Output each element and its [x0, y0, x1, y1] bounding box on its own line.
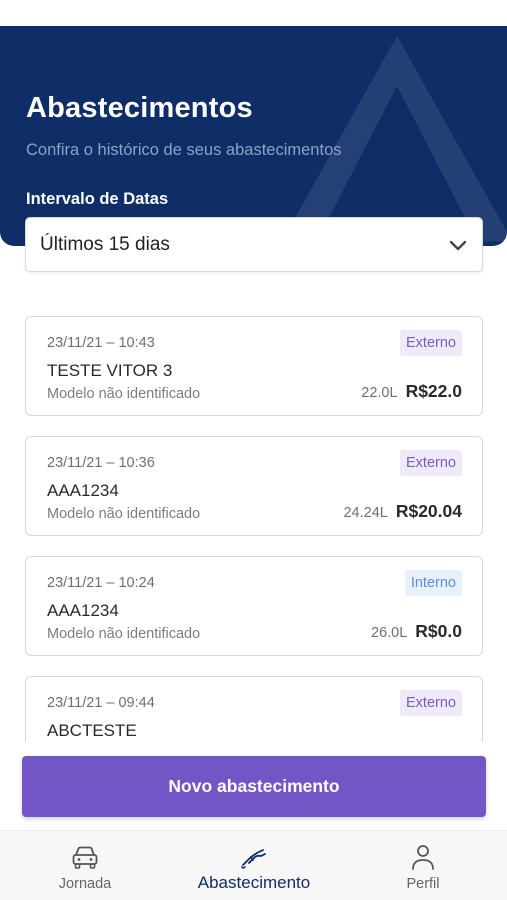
refuel-datetime: 23/11/21 – 10:36: [47, 455, 155, 471]
refuel-card[interactable]: 23/11/21 – 10:43 Externo TESTE VITOR 3 M…: [25, 316, 483, 416]
vehicle-plate: TESTE VITOR 3: [47, 361, 173, 380]
refuel-price: R$22.0: [405, 381, 462, 401]
status-bar: [0, 0, 507, 26]
page-header: Abastecimentos Confira o histórico de se…: [0, 26, 507, 246]
refuel-amounts: 26.0L R$0.0: [371, 621, 462, 642]
vehicle-plate: AAA1234: [47, 481, 119, 500]
refuel-datetime: 23/11/21 – 10:43: [47, 335, 155, 351]
brand-watermark-icon: [282, 36, 507, 241]
vehicle-model: Modelo não identificado: [47, 386, 201, 402]
tab-label: Abastecimento: [197, 873, 311, 892]
refuel-type-badge: Externo: [400, 330, 462, 356]
new-refuel-button[interactable]: Novo abastecimento: [22, 756, 486, 817]
bottom-tab-bar: Jornada Abastecimento Perfil: [0, 830, 507, 900]
refuel-amounts: 22.0L R$22.0: [361, 381, 462, 402]
refuel-card[interactable]: 23/11/21 – 10:36 Externo AAA1234 Modelo …: [25, 436, 483, 536]
vehicle-model: Modelo não identificado: [47, 626, 201, 642]
vehicle-plate: ABCTESTE: [47, 721, 137, 740]
refuel-type-badge: Interno: [404, 570, 462, 596]
refuel-amounts: 24.24L R$20.04: [343, 501, 462, 522]
refuel-datetime: 23/11/21 – 09:44: [47, 695, 155, 711]
page-title: Abastecimentos: [26, 92, 253, 124]
vehicle-model: Modelo não identificado: [47, 506, 201, 522]
refuel-list: 23/11/21 – 10:43 Externo TESTE VITOR 3 M…: [0, 300, 507, 742]
fuel-nozzle-icon: [241, 849, 266, 869]
refuel-card[interactable]: 23/11/21 – 09:44 Externo ABCTESTE: [25, 676, 483, 742]
date-range-value: Últimos 15 dias: [40, 233, 170, 255]
refuel-card[interactable]: 23/11/21 – 10:24 Interno AAA1234 Modelo …: [25, 556, 483, 656]
date-range-select[interactable]: Últimos 15 dias: [25, 217, 483, 272]
date-range-label: Intervalo de Datas: [26, 190, 169, 208]
tab-abastecimento[interactable]: Abastecimento: [184, 831, 324, 900]
user-icon: [412, 845, 434, 870]
tab-label: Perfil: [406, 876, 440, 892]
tab-perfil[interactable]: Perfil: [383, 831, 463, 900]
vehicle-plate: AAA1234: [47, 601, 119, 620]
refuel-datetime: 23/11/21 – 10:24: [47, 575, 155, 591]
refuel-liters: 22.0L: [361, 385, 398, 401]
refuel-liters: 24.24L: [343, 505, 388, 521]
refuel-price: R$0.0: [415, 621, 462, 641]
tab-label: Jornada: [58, 876, 112, 892]
refuel-type-badge: Externo: [400, 690, 462, 716]
tab-jornada[interactable]: Jornada: [40, 831, 130, 900]
refuel-type-badge: Externo: [400, 450, 462, 476]
chevron-down-icon: [449, 240, 467, 250]
page-subtitle: Confira o histórico de seus abasteciment…: [26, 141, 342, 159]
refuel-liters: 26.0L: [371, 625, 408, 641]
car-icon: [72, 846, 98, 869]
refuel-price: R$20.04: [395, 501, 462, 521]
